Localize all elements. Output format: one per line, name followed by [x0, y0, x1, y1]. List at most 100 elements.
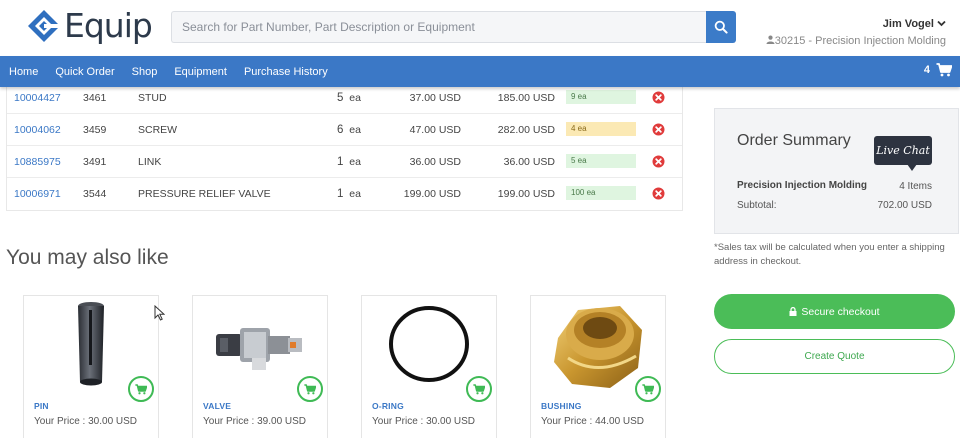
remove-icon[interactable]: [652, 91, 665, 104]
line-total: 282.00 USD: [497, 124, 555, 136]
table-row: 10885975 3491 LINK 1 ea 36.00 USD 36.00 …: [7, 146, 682, 178]
user-menu[interactable]: Jim Vogel 30215 - Precision Injection Mo…: [766, 18, 946, 47]
product-name[interactable]: PIN: [34, 401, 49, 411]
item-description: PRESSURE RELIEF VALVE: [138, 188, 271, 200]
nav-purchase-history[interactable]: Purchase History: [244, 66, 328, 78]
product-name[interactable]: VALVE: [203, 401, 231, 411]
search-bar: [171, 11, 736, 43]
product-price: Your Price : 30.00 USD: [34, 416, 138, 427]
item-description: SCREW: [138, 124, 178, 136]
product-card[interactable]: VALVE Your Price : 39.00 USD: [192, 295, 328, 438]
part-number-link[interactable]: 10004427: [14, 92, 61, 104]
secure-checkout-label: Secure checkout: [801, 305, 880, 318]
item-description: LINK: [138, 156, 162, 168]
stock-badge: 5 ea: [566, 154, 636, 168]
mouse-pointer-icon: [154, 305, 165, 321]
unit-label: ea: [349, 156, 361, 168]
unit-price: 47.00 USD: [409, 124, 461, 136]
quantity-value: 1: [337, 156, 344, 168]
nav-shop[interactable]: Shop: [132, 66, 158, 78]
nav-quick-order[interactable]: Quick Order: [55, 66, 114, 78]
quantity-value: 1: [337, 188, 344, 200]
product-card[interactable]: PIN Your Price : 30.00 USD: [23, 295, 159, 438]
order-summary-title: Order Summary: [737, 132, 851, 149]
secure-checkout-button[interactable]: Secure checkout: [714, 294, 955, 329]
subtotal-label: Subtotal:: [737, 200, 777, 211]
quantity-value: 6: [337, 124, 344, 136]
line-total: 36.00 USD: [503, 156, 555, 168]
chevron-down-icon: [937, 20, 946, 27]
part-number-link[interactable]: 10004062: [14, 124, 61, 136]
brand-name: Equip: [64, 6, 153, 45]
add-to-cart-button[interactable]: [297, 376, 323, 402]
part-number-link[interactable]: 10006971: [14, 188, 61, 200]
user-name: Jim Vogel: [882, 18, 934, 30]
cart-icon: [936, 63, 952, 77]
unit-label: ea: [349, 124, 361, 136]
table-row: 10006971 3544 PRESSURE RELIEF VALVE 1 ea…: [7, 178, 682, 210]
order-summary: Order Summary Precision Injection Moldin…: [714, 108, 959, 234]
add-to-cart-button[interactable]: [128, 376, 154, 402]
item-number: 3461: [83, 92, 107, 104]
line-total: 199.00 USD: [497, 188, 555, 200]
unit-label: ea: [349, 188, 361, 200]
subtotal-value: 702.00 USD: [877, 200, 932, 211]
remove-icon[interactable]: [652, 187, 665, 200]
stock-badge: 4 ea: [566, 122, 636, 136]
create-quote-label: Create Quote: [804, 351, 865, 362]
o-ring-image-icon: [389, 305, 469, 382]
cart-count: 4: [923, 64, 930, 76]
cart-icon: [304, 383, 316, 394]
main-nav: Home Quick Order Shop Equipment Purchase…: [0, 56, 960, 87]
unit-price: 37.00 USD: [409, 92, 461, 104]
item-number: 3459: [83, 124, 107, 136]
product-name[interactable]: O-RING: [372, 401, 404, 411]
bushing-image-icon: [554, 305, 642, 388]
nav-equipment[interactable]: Equipment: [174, 66, 227, 78]
summary-item-count: 4 Items: [899, 181, 932, 192]
line-total: 185.00 USD: [497, 92, 555, 104]
search-input[interactable]: [171, 11, 706, 43]
product-name[interactable]: BUSHING: [541, 401, 582, 411]
tax-note: *Sales tax will be calculated when you e…: [714, 242, 945, 267]
cart-icon: [642, 383, 654, 394]
quantity[interactable]: 5 ea: [337, 92, 361, 104]
unit-label: ea: [349, 92, 361, 104]
cart-table: 10004427 3461 STUD 5 ea 37.00 USD 185.00…: [6, 82, 683, 211]
recommendations-title: You may also like: [6, 246, 169, 269]
part-number-link[interactable]: 10885975: [14, 156, 61, 168]
account-name: 30215 - Precision Injection Molding: [774, 35, 946, 47]
account-row: 30215 - Precision Injection Molding: [766, 35, 946, 47]
valve-image-icon: [216, 327, 302, 370]
item-description: STUD: [138, 92, 167, 104]
nav-home[interactable]: Home: [9, 66, 38, 78]
search-icon: [714, 20, 728, 34]
add-to-cart-button[interactable]: [466, 376, 492, 402]
table-row: 10004062 3459 SCREW 6 ea 47.00 USD 282.0…: [7, 114, 682, 146]
cart-icon: [473, 383, 485, 394]
product-card[interactable]: BUSHING Your Price : 44.00 USD: [530, 295, 666, 438]
pin-image-icon: [78, 301, 104, 385]
quantity[interactable]: 1 ea: [337, 156, 361, 168]
cart-button[interactable]: 4: [924, 63, 952, 77]
unit-price: 199.00 USD: [403, 188, 461, 200]
create-quote-button[interactable]: Create Quote: [714, 339, 955, 374]
remove-icon[interactable]: [652, 155, 665, 168]
stock-badge: 100 ea: [566, 186, 636, 200]
summary-company: Precision Injection Molding: [737, 180, 868, 191]
user-name-row[interactable]: Jim Vogel: [766, 18, 946, 30]
equip-logo-icon: [28, 10, 60, 42]
quantity[interactable]: 6 ea: [337, 124, 361, 136]
remove-icon[interactable]: [652, 123, 665, 136]
product-card[interactable]: O-RING Your Price : 30.00 USD: [361, 295, 497, 438]
unit-price: 36.00 USD: [409, 156, 461, 168]
add-to-cart-button[interactable]: [635, 376, 661, 402]
product-price: Your Price : 39.00 USD: [203, 416, 307, 427]
item-number: 3544: [83, 188, 107, 200]
stock-badge: 9 ea: [566, 90, 636, 104]
search-button[interactable]: [706, 11, 736, 43]
item-number: 3491: [83, 156, 107, 168]
brand-logo[interactable]: Equip: [26, 6, 153, 45]
live-chat-button[interactable]: Live Chat: [874, 136, 932, 171]
quantity[interactable]: 1 ea: [337, 188, 361, 200]
